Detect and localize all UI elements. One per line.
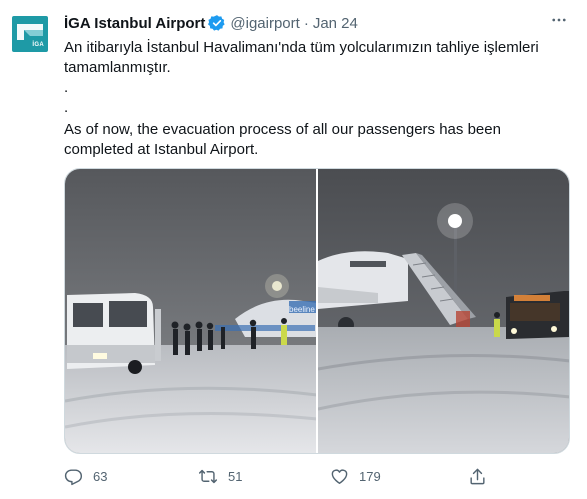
- author-name[interactable]: İGA Istanbul Airport: [64, 15, 205, 32]
- retweet-count: 51: [228, 468, 243, 484]
- reply-button[interactable]: 63: [64, 462, 107, 490]
- like-count: 179: [359, 468, 381, 484]
- tweet-header: İGA Istanbul Airport @igairport · Jan 24: [64, 12, 567, 34]
- author-handle[interactable]: @igairport: [230, 15, 299, 32]
- reply-icon: [64, 468, 83, 485]
- media-grid: beeline: [64, 168, 570, 454]
- share-icon: [470, 468, 485, 484]
- tweet-actions: 63 51 179: [64, 462, 544, 490]
- photo-aircraft-stairs[interactable]: [318, 169, 569, 453]
- separator-dot: ·: [303, 14, 309, 32]
- tweet-text: An itibarıyla İstanbul Havalimanı'nda tü…: [64, 38, 564, 160]
- avatar-label: İGA: [32, 42, 44, 48]
- text-dot-2: .: [64, 99, 69, 116]
- retweet-button[interactable]: 51: [198, 462, 242, 490]
- like-icon: [331, 468, 348, 484]
- text-en-line1: As of now, the evacuation process of all…: [64, 121, 501, 138]
- bus-sign-text: beeline: [289, 305, 315, 314]
- text-dot-1: .: [64, 79, 69, 96]
- share-button[interactable]: [468, 462, 497, 490]
- tweet-date[interactable]: Jan 24: [313, 15, 358, 32]
- tweet[interactable]: İGA İGA Istanbul Airport @igairport · Ja…: [0, 0, 587, 499]
- text-tr-line1: An itibarıyla İstanbul Havalimanı'nda tü…: [64, 39, 539, 56]
- avatar[interactable]: İGA: [12, 16, 48, 52]
- photo-bus-passengers[interactable]: beeline: [65, 169, 316, 453]
- more-icon[interactable]: [549, 10, 569, 30]
- text-tr-line2: tamamlanmıştır.: [64, 59, 171, 76]
- retweet-icon: [198, 469, 218, 483]
- like-button[interactable]: 179: [330, 462, 381, 490]
- verified-icon: [208, 14, 226, 32]
- reply-count: 63: [93, 468, 108, 484]
- text-en-line2: completed at Istanbul Airport.: [64, 141, 259, 158]
